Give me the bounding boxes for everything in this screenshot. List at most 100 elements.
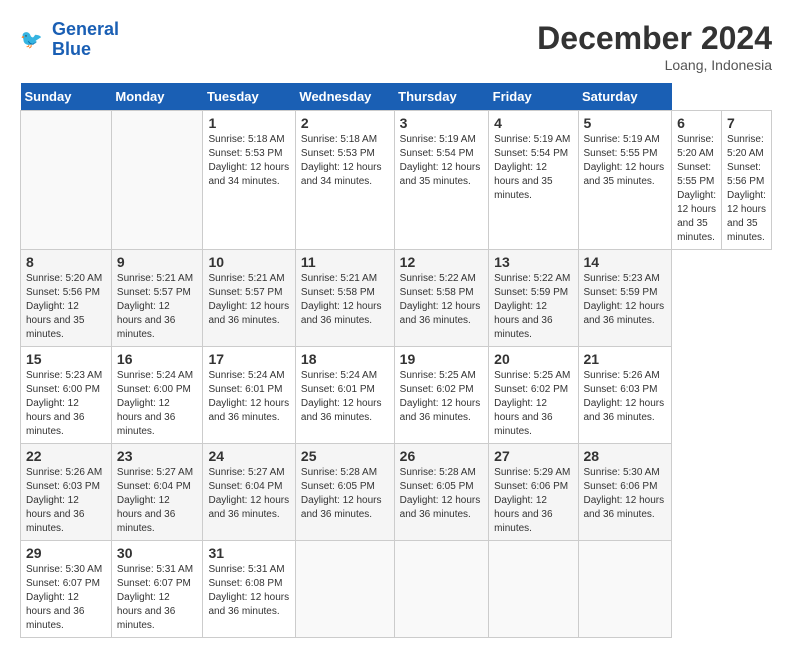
sunrise-text: Sunrise: 5:28 AM	[301, 467, 377, 478]
sunrise-text: Sunrise: 5:31 AM	[117, 564, 193, 575]
calendar-cell: 3 Sunrise: 5:19 AM Sunset: 5:54 PM Dayli…	[394, 111, 489, 250]
calendar-cell	[489, 541, 578, 638]
calendar-cell: 25 Sunrise: 5:28 AM Sunset: 6:05 PM Dayl…	[295, 444, 394, 541]
calendar-cell: 15 Sunrise: 5:23 AM Sunset: 6:00 PM Dayl…	[21, 347, 112, 444]
day-number: 26	[400, 448, 484, 464]
sunrise-text: Sunrise: 5:23 AM	[26, 370, 102, 381]
calendar-cell	[21, 111, 112, 250]
sunrise-text: Sunrise: 5:24 AM	[208, 370, 284, 381]
day-info: Sunrise: 5:21 AM Sunset: 5:57 PM Dayligh…	[208, 272, 289, 328]
sunset-text: Sunset: 6:00 PM	[26, 384, 100, 395]
calendar-cell	[111, 111, 203, 250]
sunrise-text: Sunrise: 5:21 AM	[117, 273, 193, 284]
sunrise-text: Sunrise: 5:30 AM	[26, 564, 102, 575]
day-number: 28	[584, 448, 667, 464]
calendar-cell: 7 Sunrise: 5:20 AM Sunset: 5:56 PM Dayli…	[722, 111, 772, 250]
sunrise-text: Sunrise: 5:21 AM	[301, 273, 377, 284]
calendar-cell: 29 Sunrise: 5:30 AM Sunset: 6:07 PM Dayl…	[21, 541, 112, 638]
day-info: Sunrise: 5:30 AM Sunset: 6:06 PM Dayligh…	[584, 466, 667, 522]
sunset-text: Sunset: 6:05 PM	[301, 481, 375, 492]
calendar-cell: 8 Sunrise: 5:20 AM Sunset: 5:56 PM Dayli…	[21, 250, 112, 347]
calendar-cell: 9 Sunrise: 5:21 AM Sunset: 5:57 PM Dayli…	[111, 250, 203, 347]
daylight-text: Daylight: 12 hours and 36 minutes.	[494, 398, 552, 437]
sunset-text: Sunset: 6:04 PM	[208, 481, 282, 492]
calendar-cell: 14 Sunrise: 5:23 AM Sunset: 5:59 PM Dayl…	[578, 250, 672, 347]
sunrise-text: Sunrise: 5:22 AM	[400, 273, 476, 284]
day-number: 17	[208, 351, 289, 367]
day-number: 6	[677, 115, 716, 131]
logo: 🐦 General Blue	[20, 20, 119, 60]
daylight-text: Daylight: 12 hours and 36 minutes.	[26, 398, 84, 437]
day-info: Sunrise: 5:30 AM Sunset: 6:07 PM Dayligh…	[26, 563, 106, 633]
day-info: Sunrise: 5:21 AM Sunset: 5:58 PM Dayligh…	[301, 272, 389, 328]
day-number: 22	[26, 448, 106, 464]
weekday-header-friday: Friday	[489, 83, 578, 111]
sunset-text: Sunset: 5:58 PM	[301, 287, 375, 298]
day-info: Sunrise: 5:24 AM Sunset: 6:01 PM Dayligh…	[301, 369, 389, 425]
sunset-text: Sunset: 6:07 PM	[26, 578, 100, 589]
day-number: 15	[26, 351, 106, 367]
day-number: 14	[584, 254, 667, 270]
sunset-text: Sunset: 5:59 PM	[584, 287, 658, 298]
sunrise-text: Sunrise: 5:30 AM	[584, 467, 660, 478]
sunrise-text: Sunrise: 5:27 AM	[117, 467, 193, 478]
calendar-cell: 17 Sunrise: 5:24 AM Sunset: 6:01 PM Dayl…	[203, 347, 295, 444]
calendar-cell: 10 Sunrise: 5:21 AM Sunset: 5:57 PM Dayl…	[203, 250, 295, 347]
weekday-header-monday: Monday	[111, 83, 203, 111]
calendar-cell: 31 Sunrise: 5:31 AM Sunset: 6:08 PM Dayl…	[203, 541, 295, 638]
calendar-cell: 27 Sunrise: 5:29 AM Sunset: 6:06 PM Dayl…	[489, 444, 578, 541]
sunset-text: Sunset: 5:53 PM	[301, 148, 375, 159]
day-info: Sunrise: 5:27 AM Sunset: 6:04 PM Dayligh…	[208, 466, 289, 522]
calendar-subtitle: Loang, Indonesia	[537, 57, 772, 73]
logo-blue: Blue	[52, 39, 91, 59]
day-info: Sunrise: 5:18 AM Sunset: 5:53 PM Dayligh…	[301, 133, 389, 189]
day-number: 25	[301, 448, 389, 464]
day-info: Sunrise: 5:28 AM Sunset: 6:05 PM Dayligh…	[400, 466, 484, 522]
daylight-text: Daylight: 12 hours and 36 minutes.	[117, 301, 175, 340]
sunset-text: Sunset: 6:06 PM	[584, 481, 658, 492]
day-info: Sunrise: 5:23 AM Sunset: 6:00 PM Dayligh…	[26, 369, 106, 439]
weekday-header-row: SundayMondayTuesdayWednesdayThursdayFrid…	[21, 83, 772, 111]
daylight-text: Daylight: 12 hours and 34 minutes.	[208, 162, 289, 187]
calendar-cell: 11 Sunrise: 5:21 AM Sunset: 5:58 PM Dayl…	[295, 250, 394, 347]
sunset-text: Sunset: 5:55 PM	[677, 162, 714, 187]
page-header: 🐦 General Blue December 2024 Loang, Indo…	[20, 20, 772, 73]
sunrise-text: Sunrise: 5:28 AM	[400, 467, 476, 478]
sunset-text: Sunset: 5:59 PM	[494, 287, 568, 298]
day-number: 19	[400, 351, 484, 367]
day-info: Sunrise: 5:24 AM Sunset: 6:00 PM Dayligh…	[117, 369, 198, 439]
sunrise-text: Sunrise: 5:20 AM	[26, 273, 102, 284]
calendar-cell: 5 Sunrise: 5:19 AM Sunset: 5:55 PM Dayli…	[578, 111, 672, 250]
day-info: Sunrise: 5:19 AM Sunset: 5:55 PM Dayligh…	[584, 133, 667, 189]
daylight-text: Daylight: 12 hours and 35 minutes.	[677, 190, 716, 243]
sunrise-text: Sunrise: 5:18 AM	[301, 134, 377, 145]
day-number: 3	[400, 115, 484, 131]
daylight-text: Daylight: 12 hours and 36 minutes.	[208, 398, 289, 423]
weekday-header-sunday: Sunday	[21, 83, 112, 111]
day-info: Sunrise: 5:29 AM Sunset: 6:06 PM Dayligh…	[494, 466, 572, 536]
sunset-text: Sunset: 6:01 PM	[301, 384, 375, 395]
logo-text: General Blue	[52, 20, 119, 60]
day-number: 29	[26, 545, 106, 561]
sunset-text: Sunset: 6:02 PM	[400, 384, 474, 395]
calendar-cell: 21 Sunrise: 5:26 AM Sunset: 6:03 PM Dayl…	[578, 347, 672, 444]
day-number: 10	[208, 254, 289, 270]
calendar-week-row: 8 Sunrise: 5:20 AM Sunset: 5:56 PM Dayli…	[21, 250, 772, 347]
day-number: 21	[584, 351, 667, 367]
day-number: 7	[727, 115, 766, 131]
sunset-text: Sunset: 5:57 PM	[208, 287, 282, 298]
sunset-text: Sunset: 6:03 PM	[26, 481, 100, 492]
daylight-text: Daylight: 12 hours and 36 minutes.	[208, 301, 289, 326]
sunset-text: Sunset: 5:58 PM	[400, 287, 474, 298]
calendar-cell: 13 Sunrise: 5:22 AM Sunset: 5:59 PM Dayl…	[489, 250, 578, 347]
sunset-text: Sunset: 5:56 PM	[26, 287, 100, 298]
sunset-text: Sunset: 5:56 PM	[727, 162, 764, 187]
sunset-text: Sunset: 5:53 PM	[208, 148, 282, 159]
sunset-text: Sunset: 6:02 PM	[494, 384, 568, 395]
sunset-text: Sunset: 6:01 PM	[208, 384, 282, 395]
day-info: Sunrise: 5:26 AM Sunset: 6:03 PM Dayligh…	[584, 369, 667, 425]
daylight-text: Daylight: 12 hours and 36 minutes.	[208, 495, 289, 520]
weekday-header-thursday: Thursday	[394, 83, 489, 111]
calendar-cell: 12 Sunrise: 5:22 AM Sunset: 5:58 PM Dayl…	[394, 250, 489, 347]
calendar-cell: 28 Sunrise: 5:30 AM Sunset: 6:06 PM Dayl…	[578, 444, 672, 541]
